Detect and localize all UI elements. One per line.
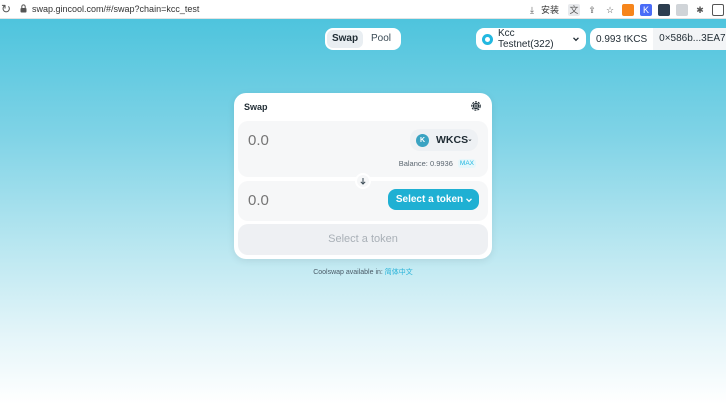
account-balance: 0.993 tKCS bbox=[596, 33, 648, 45]
from-amount-input[interactable] bbox=[248, 130, 368, 150]
to-amount-input[interactable] bbox=[248, 190, 368, 210]
extensions-puzzle-icon[interactable]: ✱ bbox=[694, 4, 706, 16]
chevron-down-icon bbox=[573, 37, 579, 42]
chevron-down-icon bbox=[468, 139, 472, 142]
qr-code-icon[interactable] bbox=[676, 3, 688, 16]
share-icon[interactable]: ⇪ bbox=[586, 4, 598, 16]
from-token-selector[interactable]: WKCS bbox=[410, 129, 478, 151]
account-widget[interactable]: 0.993 tKCS 0×586b...3EA7 bbox=[590, 28, 726, 50]
install-label[interactable]: 安装 bbox=[541, 3, 559, 16]
account-address: 0×586b...3EA7 bbox=[659, 33, 726, 44]
language-link[interactable]: 简体中文 bbox=[385, 269, 413, 276]
network-label: Kcc Testnet(322) bbox=[498, 28, 554, 50]
extension-strip: ⤓ 安装 文 ⇪ ☆ K ✱ bbox=[526, 2, 726, 17]
max-button[interactable]: MAX bbox=[457, 159, 476, 168]
arrow-down-icon bbox=[360, 178, 366, 185]
card-title: Swap bbox=[244, 102, 268, 112]
install-icon[interactable]: ⤓ bbox=[526, 4, 538, 16]
from-token-symbol: WKCS bbox=[436, 134, 469, 146]
language-note: Coolswap available in: 简体中文 bbox=[0, 267, 726, 277]
translate-icon[interactable]: 文 bbox=[568, 3, 580, 16]
lock-icon[interactable] bbox=[20, 4, 27, 13]
from-token-panel: WKCS Balance: 0.9936 MAX bbox=[238, 121, 488, 177]
select-token-label: Select a token bbox=[395, 194, 464, 205]
swap-card: Swap WKCS Balance: 0.9936 MAX bbox=[234, 93, 492, 259]
language-note-text: Coolswap available in: bbox=[313, 269, 385, 276]
gear-icon[interactable] bbox=[470, 100, 482, 112]
dark-extension-icon[interactable] bbox=[658, 3, 670, 16]
page-background: Swap Pool Kcc Testnet(322) 0.993 tKCS 0×… bbox=[0, 19, 726, 404]
select-token-button[interactable]: Select a token bbox=[388, 189, 479, 210]
metamask-icon[interactable] bbox=[622, 3, 634, 16]
address-bar[interactable]: swap.gincool.com/#/swap?chain=kcc_test bbox=[32, 3, 199, 16]
switch-direction-button[interactable] bbox=[355, 173, 371, 189]
network-selector[interactable]: Kcc Testnet(322) bbox=[476, 28, 586, 50]
swap-pool-toggle: Swap Pool bbox=[325, 28, 401, 50]
bookmark-star-icon[interactable]: ☆ bbox=[604, 4, 616, 16]
k-extension-icon[interactable]: K bbox=[640, 3, 652, 16]
from-balance: Balance: 0.9936 bbox=[398, 159, 453, 168]
chevron-down-icon bbox=[466, 197, 472, 202]
tab-pool[interactable]: Pool bbox=[363, 30, 399, 48]
sidebar-icon[interactable] bbox=[712, 3, 724, 16]
tab-swap[interactable]: Swap bbox=[327, 30, 363, 48]
browser-toolbar: ↻ swap.gincool.com/#/swap?chain=kcc_test… bbox=[0, 0, 726, 19]
swap-submit-button[interactable]: Select a token bbox=[238, 224, 488, 255]
reload-icon[interactable]: ↻ bbox=[1, 2, 11, 16]
wkcs-token-icon bbox=[416, 133, 429, 147]
kcc-logo-icon bbox=[482, 33, 493, 45]
account-address-button[interactable]: 0×586b...3EA7 bbox=[653, 28, 726, 50]
balance-row: Balance: 0.9936 MAX bbox=[399, 159, 476, 168]
